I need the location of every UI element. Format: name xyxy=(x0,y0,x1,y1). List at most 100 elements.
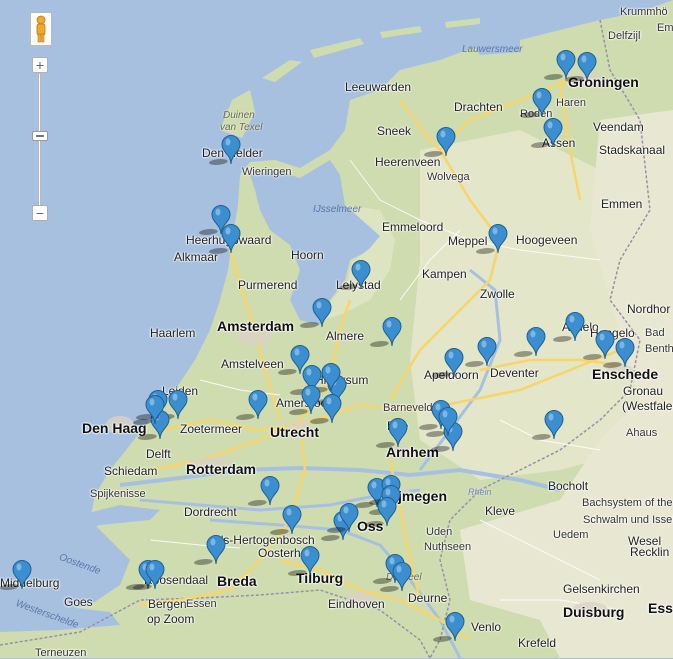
zoom-in-button[interactable]: + xyxy=(32,57,48,73)
marker-pin-icon xyxy=(299,298,332,328)
map-label: Bocholt xyxy=(548,479,589,493)
pegman-icon xyxy=(36,15,46,43)
map-marker[interactable] xyxy=(564,52,597,82)
marker-pin-icon xyxy=(531,410,564,440)
marker-pin-icon xyxy=(247,476,280,506)
marker-pin-icon xyxy=(132,395,165,425)
map-marker[interactable] xyxy=(530,118,563,148)
map-marker[interactable] xyxy=(208,224,241,254)
map-label: IJsselmeer xyxy=(313,204,362,215)
map-label: Em xyxy=(657,22,673,34)
map-marker[interactable] xyxy=(193,535,226,565)
map-label: van Texel xyxy=(220,122,263,133)
map-label: Utrecht xyxy=(270,424,320,440)
zoom-out-button[interactable]: − xyxy=(32,205,48,221)
map-marker[interactable] xyxy=(602,338,635,368)
map-label: Gelsenkirchen xyxy=(563,582,640,596)
map-label: Kampen xyxy=(422,267,467,281)
marker-pin-icon xyxy=(309,394,342,424)
map-label: Lauwersmeer xyxy=(462,44,523,55)
map-marker[interactable] xyxy=(432,612,465,642)
marker-pin-icon xyxy=(364,497,397,527)
map-label: Dordrecht xyxy=(184,505,237,519)
map-marker[interactable] xyxy=(269,505,302,535)
map-label: Nuthseen xyxy=(424,541,472,553)
map-label: op Zoom xyxy=(147,612,195,626)
street-view-pegman[interactable] xyxy=(30,12,52,46)
marker-pin-icon xyxy=(519,88,552,118)
marker-pin-icon xyxy=(235,390,268,420)
map-label: Amsterdam xyxy=(217,318,295,334)
map-marker[interactable] xyxy=(132,395,165,425)
map-label: Drachten xyxy=(454,100,503,114)
marker-pin-icon xyxy=(513,327,546,357)
map-marker[interactable] xyxy=(369,317,402,347)
marker-pin-icon xyxy=(132,560,165,590)
map-label: Amstelveen xyxy=(221,357,284,371)
map-marker[interactable] xyxy=(425,407,458,437)
map-label: Barneveld xyxy=(383,402,433,414)
map-label: Stadskanaal xyxy=(599,143,666,157)
map-label: Leeuwarden xyxy=(345,80,412,94)
map-label: Recklin xyxy=(630,545,670,559)
marker-pin-icon xyxy=(475,224,508,254)
map-marker[interactable] xyxy=(582,330,615,360)
map-label: Deventer xyxy=(490,366,539,380)
map-marker[interactable] xyxy=(513,327,546,357)
map-label: Haarlem xyxy=(150,326,196,340)
map-marker[interactable] xyxy=(326,503,359,533)
marker-pin-icon xyxy=(0,560,32,590)
map-label: Hoorn xyxy=(291,248,324,262)
map-label: Ess xyxy=(648,600,673,616)
map-marker[interactable] xyxy=(375,418,408,448)
map-label: Zwolle xyxy=(480,287,515,301)
map-marker[interactable] xyxy=(338,260,371,290)
map-marker[interactable] xyxy=(309,394,342,424)
map-marker[interactable] xyxy=(288,385,321,415)
map-label: Essen xyxy=(186,598,217,610)
map-marker[interactable] xyxy=(519,88,552,118)
map-label: Terneuzen xyxy=(35,647,87,659)
map-marker[interactable] xyxy=(364,497,397,527)
map-marker[interactable] xyxy=(247,476,280,506)
map-label: Emmeloord xyxy=(382,220,444,234)
zoom-slider-track[interactable] xyxy=(38,73,41,211)
zoom-slider-thumb[interactable] xyxy=(32,131,48,141)
marker-pin-icon xyxy=(193,535,226,565)
marker-pin-icon xyxy=(425,407,458,437)
map-marker[interactable] xyxy=(475,224,508,254)
map-label: Uden xyxy=(426,526,453,538)
marker-pin-icon xyxy=(208,135,241,165)
map-label: Hoogeveen xyxy=(516,233,578,247)
map-label: Rhein xyxy=(468,487,492,497)
map-marker[interactable] xyxy=(287,546,320,576)
map-label: Eindhoven xyxy=(328,597,385,611)
map-label: Duisburg xyxy=(563,604,625,620)
marker-pin-icon xyxy=(602,338,635,368)
map-canvas[interactable]: Krummhö Delfzijl Em Lauwersmeer Groningen Lee… xyxy=(0,0,673,659)
marker-pin-icon xyxy=(338,260,371,290)
map-marker[interactable] xyxy=(235,390,268,420)
map-marker[interactable] xyxy=(132,560,165,590)
map-marker[interactable] xyxy=(299,298,332,328)
map-marker[interactable] xyxy=(543,50,576,80)
map-label: Ahaus xyxy=(626,427,658,439)
map-marker[interactable] xyxy=(431,348,464,378)
map-marker[interactable] xyxy=(379,562,412,592)
marker-pin-icon xyxy=(369,317,402,347)
map-marker[interactable] xyxy=(552,312,585,342)
map-marker[interactable] xyxy=(208,135,241,165)
map-marker[interactable] xyxy=(531,410,564,440)
map-label: Wieringen xyxy=(242,166,292,178)
map-marker[interactable] xyxy=(0,560,32,590)
marker-pin-icon xyxy=(287,546,320,576)
map-marker[interactable] xyxy=(464,337,497,367)
map-label: Meppel xyxy=(448,234,488,248)
map-label: Kleve xyxy=(485,504,516,518)
map-marker[interactable] xyxy=(423,127,456,157)
map-label: Veendam xyxy=(593,120,644,134)
map-label: Enschede xyxy=(592,366,659,382)
map-label: Gronau xyxy=(623,384,664,398)
map-label: Krummhö xyxy=(620,6,668,18)
marker-pin-icon xyxy=(375,418,408,448)
